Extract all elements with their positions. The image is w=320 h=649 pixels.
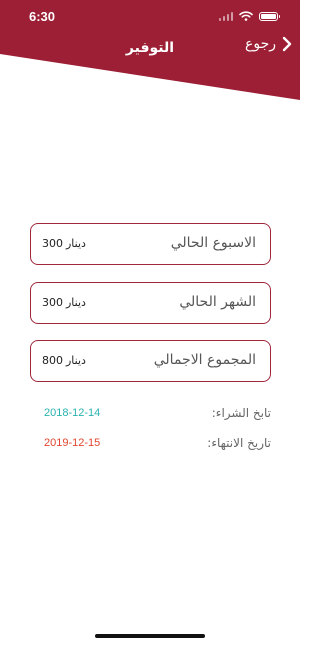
status-bar: 6:30 [0,0,300,30]
cellular-signal-icon [218,11,233,21]
card-label: الاسبوع الحالي [170,235,256,251]
current-week-card: الاسبوع الحالي 300 دينار [30,223,271,265]
card-value: 800 دينار [42,354,86,367]
card-value: 300 دينار [42,296,86,309]
status-time: 6:30 [29,9,56,24]
expiry-date-row: تاريخ الانتهاء: 2019-12-15 [30,434,271,454]
card-value: 300 دينار [42,237,86,250]
card-currency: دينار [66,354,86,367]
card-amount: 300 [42,296,63,309]
navigation-bar: التوفير رجوع [0,30,300,66]
card-amount: 800 [42,354,63,367]
current-month-card: الشهر الحالي 300 دينار [30,282,271,324]
home-indicator[interactable] [95,634,205,638]
wifi-icon [239,11,253,21]
card-amount: 300 [42,237,63,250]
card-currency: دينار [66,296,86,309]
purchase-date-value: 2018-12-14 [44,407,101,419]
expiry-date-value: 2019-12-15 [44,437,101,449]
expiry-date-label: تاريخ الانتهاء: [207,436,271,450]
battery-icon [259,11,280,21]
chevron-right-icon [282,36,292,52]
purchase-date-row: تابخ الشراء: 2018-12-14 [30,404,271,424]
purchase-date-label: تابخ الشراء: [211,406,271,420]
card-currency: دينار [66,237,86,250]
back-button[interactable]: رجوع [245,36,292,52]
back-label: رجوع [244,36,276,52]
total-card: المجموع الاجمالي 800 دينار [30,340,271,382]
status-icons [218,11,280,21]
card-label: الشهر الحالي [179,294,256,310]
card-label: المجموع الاجمالي [153,352,256,368]
